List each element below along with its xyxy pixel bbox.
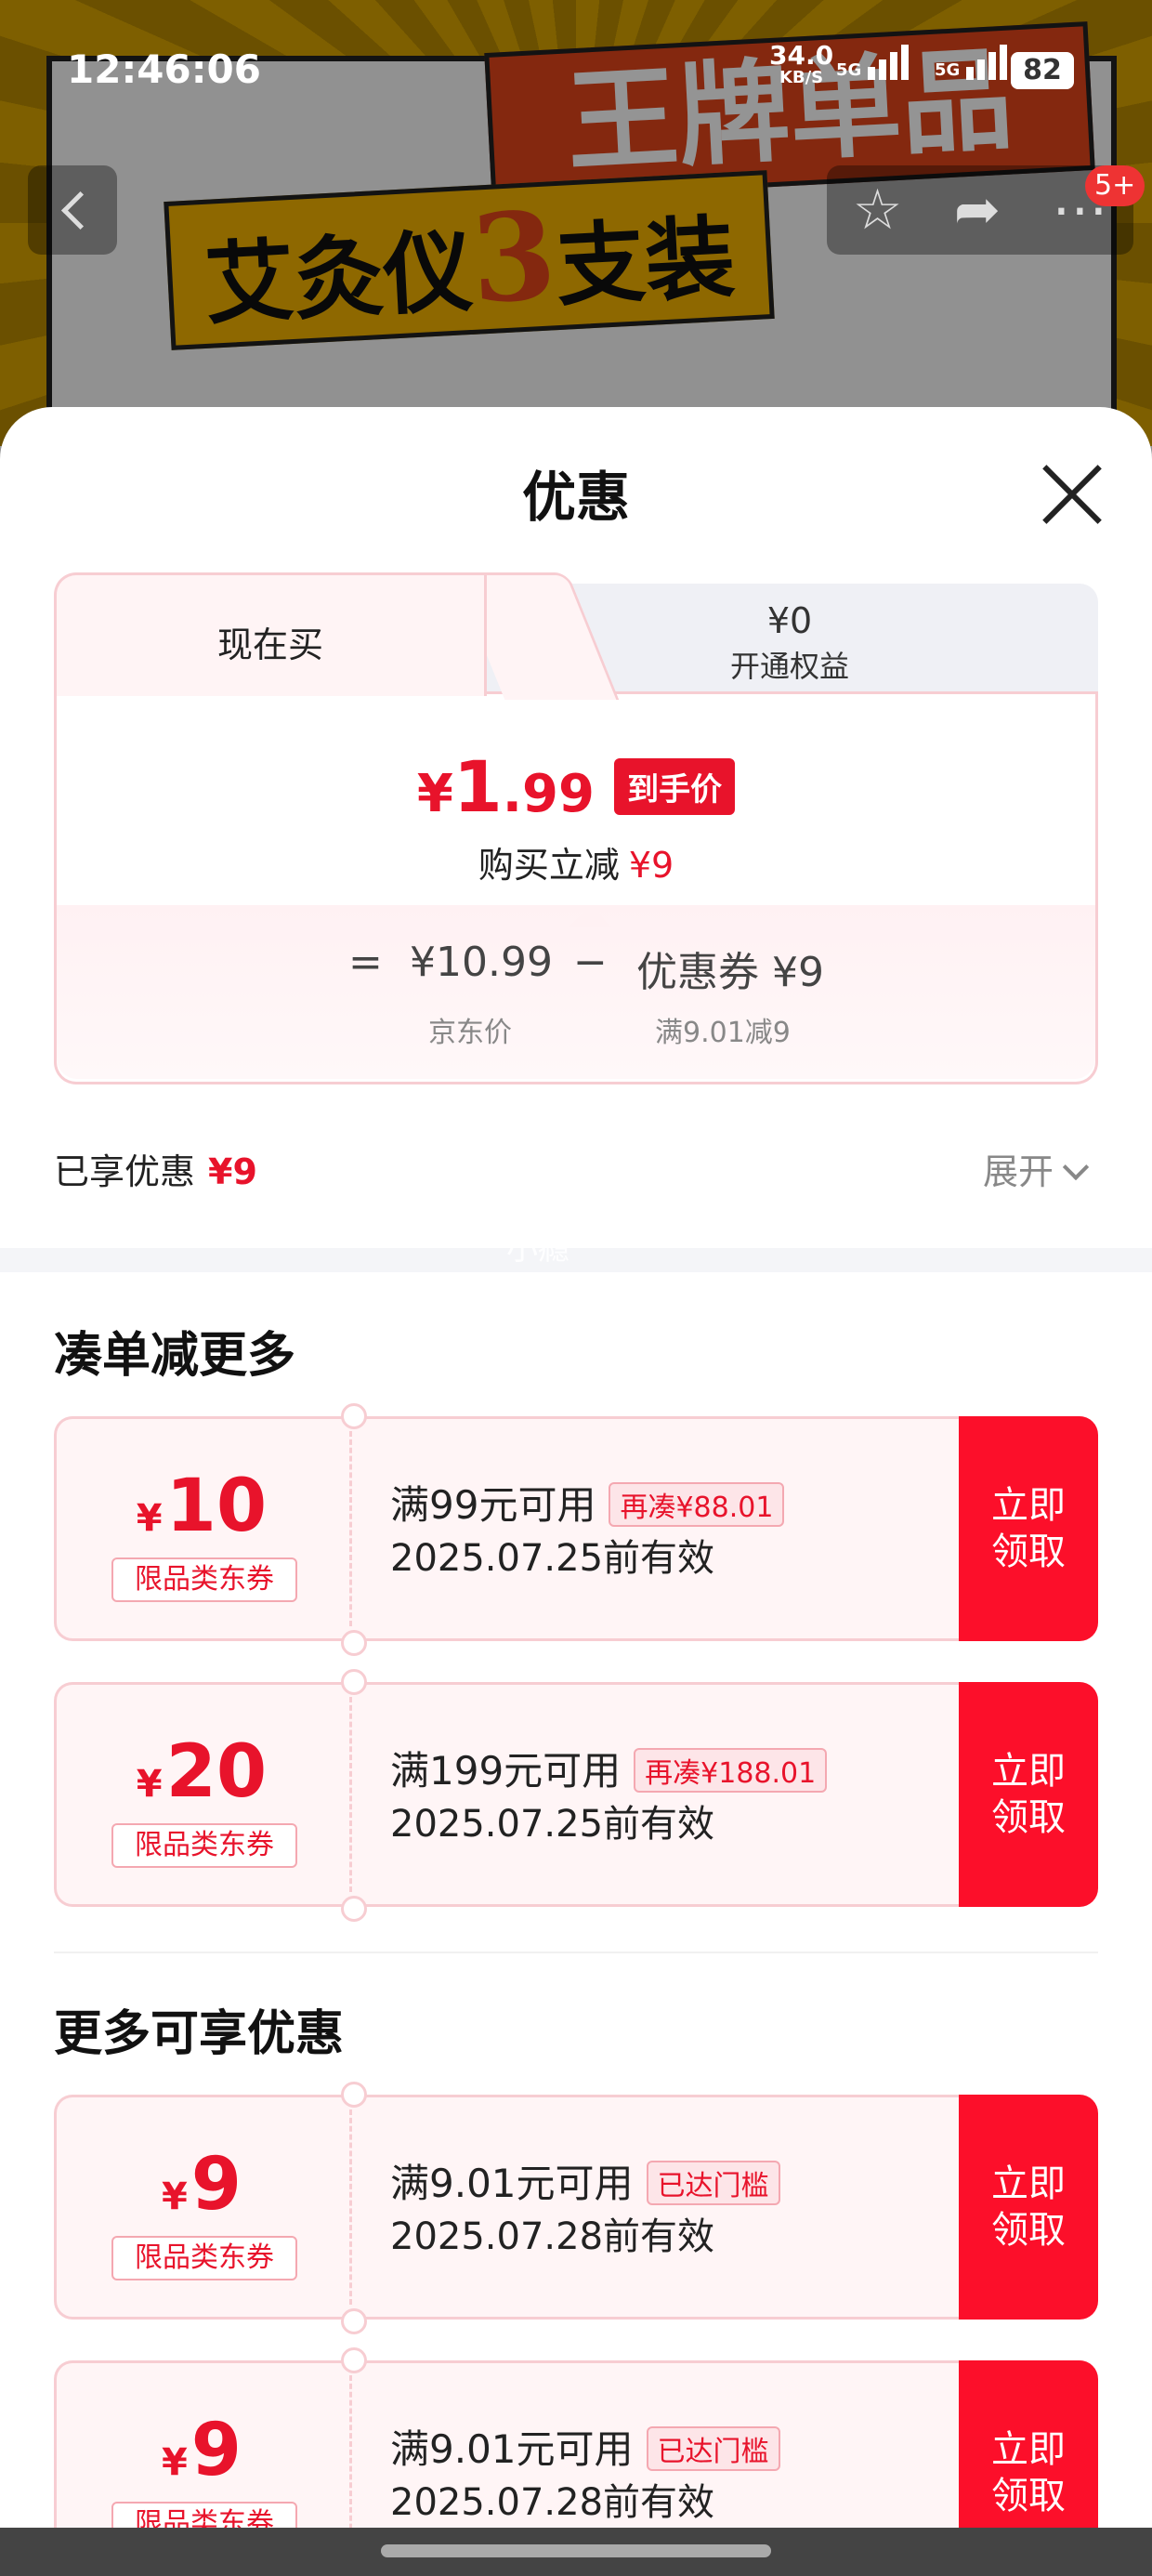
claim-coupon-label: 立即领取 (991, 1750, 1066, 1839)
price-breakdown: = ¥10.99 − 优惠券 ¥9 京东价 满9.01减9 (57, 905, 1095, 1079)
section-title-add-more: 凑单减更多 (54, 1328, 296, 1384)
watermark: 小瘾 (506, 1230, 569, 1268)
coupon-condition-text: 满9.01元可用 (390, 2426, 634, 2472)
coupon-value: 10 (165, 1465, 268, 1548)
coupon-validity: 2025.07.28前有效 (390, 2215, 715, 2258)
coupon-deduction: 优惠券 ¥9 (636, 949, 824, 996)
coupon-condition: 满99元可用 再凑¥88.01 (390, 1474, 785, 1531)
coupon-condition: 满9.01元可用 已达门槛 (390, 2418, 780, 2475)
enjoyed-discount-amount: ¥9 (208, 1151, 257, 1192)
instant-discount-amount: ¥9 (628, 845, 674, 886)
coupon-type: 限品类东券 (111, 1557, 297, 1602)
final-price-row: ¥1.99 到手价 (57, 745, 1095, 828)
coupon-separator (349, 2109, 352, 2305)
coupon-notch-bottom (341, 1630, 367, 1656)
coupon-condition: 满9.01元可用 已达门槛 (390, 2152, 780, 2209)
coupon-notch-top (341, 2347, 367, 2373)
expand-button[interactable]: 展开 (983, 1143, 1090, 1194)
coupon-amount: ¥9 (54, 2409, 349, 2492)
enjoyed-discount-label: 已享优惠 (54, 1151, 196, 1192)
claim-coupon-button[interactable]: 立即领取 (959, 2095, 1098, 2320)
coupon-separator (349, 1431, 352, 1626)
signal-label-1: 5G (836, 60, 862, 80)
coupon-condition-label: 满9.01减9 (655, 1017, 791, 1049)
coupon-amount: ¥10 (54, 1465, 349, 1548)
original-price: ¥10.99 (410, 939, 553, 986)
coupon-status-tag: 已达门槛 (646, 2425, 780, 2471)
coupon-card: ¥9 限品类东券 满9.01元可用 已达门槛 2025.07.28前有效 立即领取 (54, 2082, 1098, 2334)
coupon-condition-text: 满199元可用 (390, 1748, 622, 1794)
gesture-bar-area (0, 2528, 1152, 2576)
coupon-value: 9 (190, 2409, 242, 2492)
message-badge: 5+ (1085, 165, 1145, 206)
share-icon[interactable]: ➦ (954, 165, 1001, 255)
close-icon[interactable] (1039, 461, 1106, 528)
minus-sign: − (573, 939, 608, 986)
claim-coupon-label: 立即领取 (991, 2428, 1066, 2517)
expand-label: 展开 (983, 1151, 1054, 1192)
chevron-down-icon (1062, 1153, 1090, 1181)
instant-discount-row: 购买立减 ¥9 (57, 836, 1095, 887)
signal-icon-1: 5G (836, 45, 912, 91)
coupon-status-tag: 再凑¥88.01 (609, 1481, 785, 1527)
sheet-title: 优惠 (521, 466, 630, 529)
final-price-int: 1 (452, 745, 503, 828)
network-speed: 34.0 KB/S (769, 43, 833, 89)
price-card: 现在买 ¥0 开通权益 ¥1.99 到手价 购买立减 ¥9 = ¥10.99 − … (54, 572, 1098, 1087)
coupon-condition-text: 满99元可用 (390, 1482, 596, 1528)
final-price-tag: 到手价 (614, 758, 736, 815)
coupon-card: ¥10 限品类东券 满99元可用 再凑¥88.01 2025.07.25前有效 立… (54, 1403, 1098, 1656)
claim-coupon-label: 立即领取 (991, 1484, 1066, 1573)
section-divider (0, 1248, 1152, 1272)
signal-icon-2: 5G (935, 45, 1011, 91)
coupon-condition-text: 满9.01元可用 (390, 2161, 634, 2206)
status-time: 12:46:06 (67, 46, 261, 92)
final-price-dec: .99 (502, 764, 595, 824)
tab-buy-now[interactable]: 现在买 (54, 572, 487, 696)
coupon-currency: ¥ (161, 2175, 188, 2218)
coupon-status-tag: 已达门槛 (646, 2160, 780, 2205)
coupon-notch-top (341, 1669, 367, 1695)
status-bar: 12:46:06 34.0 KB/S 5G 5G 82 (0, 0, 1152, 130)
coupon-status-tag: 再凑¥188.01 (634, 1747, 828, 1793)
discount-sheet: 优惠 现在买 ¥0 开通权益 ¥1.99 到手价 购买立减 ¥9 = ¥10.99… (0, 407, 1152, 2576)
coupon-validity: 2025.07.28前有效 (390, 2481, 715, 2524)
coupon-card: ¥20 限品类东券 满199元可用 再凑¥188.01 2025.07.25前有效… (54, 1669, 1098, 1922)
claim-coupon-label: 立即领取 (991, 2162, 1066, 2252)
back-button[interactable] (28, 165, 117, 255)
section-divider-line (54, 1952, 1098, 1953)
price-card-body: ¥1.99 到手价 购买立减 ¥9 = ¥10.99 − 优惠券 ¥9 京东价 满… (54, 691, 1098, 1084)
final-price-currency: ¥ (416, 764, 453, 824)
coupon-validity: 2025.07.25前有效 (390, 1537, 715, 1580)
coupon-type: 限品类东券 (111, 2236, 297, 2280)
coupon-condition: 满199元可用 再凑¥188.01 (390, 1740, 828, 1796)
battery-icon: 82 (1011, 52, 1074, 89)
coupon-type: 限品类东券 (111, 1823, 297, 1868)
instant-discount-label: 购买立减 (478, 845, 620, 886)
coupon-notch-bottom (341, 1896, 367, 1922)
coupon-currency: ¥ (136, 1497, 163, 1540)
signal-label-2: 5G (935, 60, 961, 80)
coupon-currency: ¥ (136, 1763, 163, 1806)
claim-coupon-button[interactable]: 立即领取 (959, 1416, 1098, 1641)
coupon-value: 20 (165, 1730, 268, 1814)
coupon-notch-top (341, 1403, 367, 1429)
coupon-currency: ¥ (161, 2441, 188, 2484)
home-indicator[interactable] (381, 2544, 771, 2557)
coupon-validity: 2025.07.25前有效 (390, 1803, 715, 1846)
enjoyed-discount: 已享优惠 ¥9 (54, 1143, 257, 1194)
section-title-more-offers: 更多可享优惠 (54, 2006, 345, 2062)
claim-coupon-button[interactable]: 立即领取 (959, 1682, 1098, 1907)
favorite-star-icon[interactable]: ☆ (853, 165, 903, 255)
original-price-label: 京东价 (428, 1017, 512, 1049)
coupon-separator (349, 1697, 352, 1892)
coupon-amount: ¥9 (54, 2143, 349, 2227)
coupon-notch-bottom (341, 2308, 367, 2334)
final-price: ¥1.99 (417, 745, 595, 828)
equals-sign: = (348, 939, 383, 986)
coupon-notch-top (341, 2082, 367, 2108)
coupon-value: 9 (190, 2143, 242, 2227)
coupon-amount: ¥20 (54, 1730, 349, 1814)
